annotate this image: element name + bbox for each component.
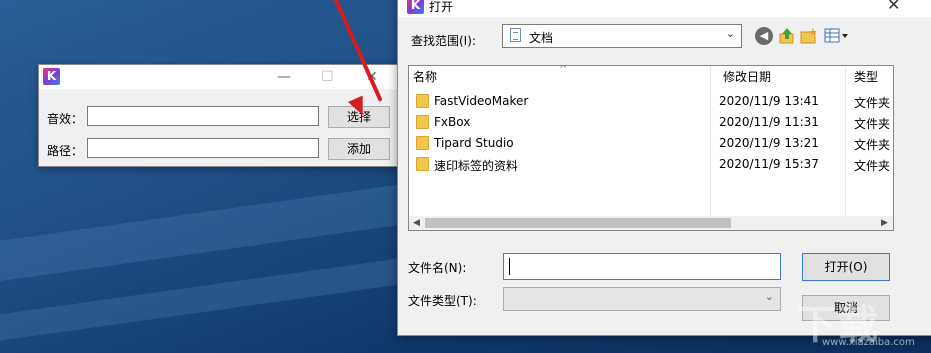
folder-icon	[416, 94, 429, 108]
path-row: 路径： 添加	[39, 138, 399, 162]
add-button[interactable]: 添加	[328, 138, 390, 160]
text-caret	[509, 258, 510, 275]
file-name: 速印标签的资料	[434, 159, 519, 173]
lookin-value: 文档	[529, 31, 554, 45]
file-row[interactable]: 速印标签的资料 2020/11/9 15:37 文件夹	[409, 154, 893, 175]
column-header-type[interactable]: 类型	[850, 66, 893, 88]
file-row[interactable]: FastVideoMaker 2020/11/9 13:41 文件夹	[409, 91, 893, 112]
file-row[interactable]: Tipard Studio 2020/11/9 13:21 文件夹	[409, 133, 893, 154]
open-file-dialog: K 打开 ✕ 查找范围(I): 文档 ⌄ ◀ ^ 名称 修改日期 类型 Fast…	[397, 0, 931, 336]
scroll-right-icon[interactable]: ▶	[881, 216, 888, 230]
filetype-label: 文件类型(T):	[408, 294, 477, 308]
file-type: 文件夹	[854, 138, 891, 152]
new-folder-icon[interactable]	[800, 27, 818, 45]
file-type: 文件夹	[854, 159, 891, 173]
file-type: 文件夹	[854, 96, 891, 110]
path-label: 路径：	[47, 144, 84, 158]
file-modified: 2020/11/9 11:31	[719, 115, 819, 129]
file-modified: 2020/11/9 15:37	[719, 157, 819, 171]
document-icon	[510, 28, 521, 42]
lookin-label: 查找范围(I):	[411, 34, 476, 48]
up-folder-icon[interactable]	[778, 27, 796, 45]
file-modified: 2020/11/9 13:21	[719, 136, 819, 150]
back-icon[interactable]: ◀	[755, 27, 773, 45]
horizontal-scrollbar[interactable]: ◀ ▶	[409, 216, 893, 230]
file-name: Tipard Studio	[434, 136, 514, 150]
minimize-icon[interactable]: —	[277, 69, 291, 85]
chevron-down-icon: ⌄	[764, 290, 774, 303]
file-list[interactable]: ^ 名称 修改日期 类型 FastVideoMaker 2020/11/9 13…	[408, 65, 894, 231]
dialog-title: 打开	[429, 0, 454, 14]
folder-icon	[416, 157, 429, 171]
audio-path-window: K — ☐ ✕ 音效： 选择 路径： 添加	[38, 64, 400, 167]
file-type: 文件夹	[854, 117, 891, 131]
file-row[interactable]: FxBox 2020/11/9 11:31 文件夹	[409, 112, 893, 133]
folder-icon	[416, 136, 429, 150]
watermark-url: www.xiazaiba.com	[822, 337, 915, 348]
effect-input[interactable]	[87, 106, 319, 126]
file-name: FxBox	[434, 115, 471, 129]
folder-icon	[416, 115, 429, 129]
open-button[interactable]: 打开(O)	[802, 253, 890, 281]
view-menu-icon[interactable]	[824, 27, 850, 45]
app-logo-icon: K	[43, 68, 60, 85]
dialog-titlebar[interactable]: K 打开 ✕	[398, 0, 931, 17]
filename-input[interactable]	[503, 253, 781, 280]
app-logo-icon: K	[407, 0, 424, 14]
maximize-icon: ☐	[321, 69, 334, 85]
window-titlebar[interactable]: K — ☐ ✕	[39, 65, 399, 89]
chevron-down-icon: ⌄	[725, 27, 735, 40]
effect-row: 音效： 选择	[39, 106, 399, 130]
filetype-dropdown[interactable]: ⌄	[503, 287, 781, 311]
file-name: FastVideoMaker	[434, 94, 529, 108]
effect-label: 音效：	[47, 112, 84, 126]
lookin-dropdown[interactable]: 文档 ⌄	[502, 24, 742, 48]
close-icon[interactable]: ✕	[887, 0, 900, 14]
path-input[interactable]	[87, 138, 319, 158]
scrollbar-thumb[interactable]	[425, 218, 731, 228]
filename-label: 文件名(N):	[408, 261, 467, 275]
file-modified: 2020/11/9 13:41	[719, 94, 819, 108]
scroll-left-icon[interactable]: ◀	[413, 216, 420, 230]
column-header-modified[interactable]: 修改日期	[719, 66, 849, 88]
column-header-name[interactable]: 名称	[409, 66, 719, 88]
site-watermark-logo: 下载 www.xiazaiba.com	[796, 292, 930, 352]
